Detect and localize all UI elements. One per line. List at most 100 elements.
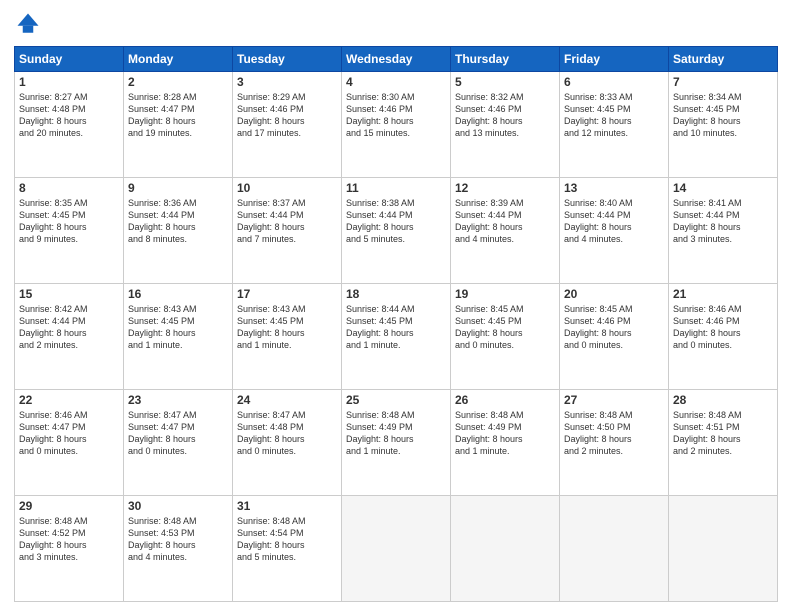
calendar-cell: 2 Sunrise: 8:28 AM Sunset: 4:47 PM Daylig…	[124, 72, 233, 178]
calendar-cell: 18 Sunrise: 8:44 AM Sunset: 4:45 PM Dayli…	[342, 284, 451, 390]
week-row-2: 8 Sunrise: 8:35 AM Sunset: 4:45 PM Daylig…	[15, 178, 778, 284]
cell-info: Sunrise: 8:48 AM Sunset: 4:53 PM Dayligh…	[128, 515, 228, 564]
day-number: 21	[673, 287, 773, 301]
cell-info: Sunrise: 8:48 AM Sunset: 4:51 PM Dayligh…	[673, 409, 773, 458]
day-number: 22	[19, 393, 119, 407]
cell-info: Sunrise: 8:36 AM Sunset: 4:44 PM Dayligh…	[128, 197, 228, 246]
calendar-cell: 16 Sunrise: 8:43 AM Sunset: 4:45 PM Dayli…	[124, 284, 233, 390]
cell-info: Sunrise: 8:46 AM Sunset: 4:46 PM Dayligh…	[673, 303, 773, 352]
cell-info: Sunrise: 8:44 AM Sunset: 4:45 PM Dayligh…	[346, 303, 446, 352]
day-number: 3	[237, 75, 337, 89]
calendar-cell: 21 Sunrise: 8:46 AM Sunset: 4:46 PM Dayli…	[669, 284, 778, 390]
cell-info: Sunrise: 8:33 AM Sunset: 4:45 PM Dayligh…	[564, 91, 664, 140]
day-number: 10	[237, 181, 337, 195]
calendar-cell	[451, 496, 560, 602]
day-number: 25	[346, 393, 446, 407]
dow-sunday: Sunday	[15, 47, 124, 72]
cell-info: Sunrise: 8:28 AM Sunset: 4:47 PM Dayligh…	[128, 91, 228, 140]
day-number: 2	[128, 75, 228, 89]
calendar-table: SundayMondayTuesdayWednesdayThursdayFrid…	[14, 46, 778, 602]
dow-thursday: Thursday	[451, 47, 560, 72]
dow-wednesday: Wednesday	[342, 47, 451, 72]
logo	[14, 10, 46, 38]
dow-tuesday: Tuesday	[233, 47, 342, 72]
cell-info: Sunrise: 8:43 AM Sunset: 4:45 PM Dayligh…	[128, 303, 228, 352]
day-number: 31	[237, 499, 337, 513]
cell-info: Sunrise: 8:32 AM Sunset: 4:46 PM Dayligh…	[455, 91, 555, 140]
calendar-cell: 4 Sunrise: 8:30 AM Sunset: 4:46 PM Daylig…	[342, 72, 451, 178]
day-number: 18	[346, 287, 446, 301]
day-number: 14	[673, 181, 773, 195]
day-number: 24	[237, 393, 337, 407]
day-number: 4	[346, 75, 446, 89]
cell-info: Sunrise: 8:39 AM Sunset: 4:44 PM Dayligh…	[455, 197, 555, 246]
day-number: 26	[455, 393, 555, 407]
calendar-cell: 17 Sunrise: 8:43 AM Sunset: 4:45 PM Dayli…	[233, 284, 342, 390]
calendar-cell: 29 Sunrise: 8:48 AM Sunset: 4:52 PM Dayli…	[15, 496, 124, 602]
calendar-cell: 23 Sunrise: 8:47 AM Sunset: 4:47 PM Dayli…	[124, 390, 233, 496]
cell-info: Sunrise: 8:27 AM Sunset: 4:48 PM Dayligh…	[19, 91, 119, 140]
calendar-cell: 24 Sunrise: 8:47 AM Sunset: 4:48 PM Dayli…	[233, 390, 342, 496]
day-number: 30	[128, 499, 228, 513]
day-number: 11	[346, 181, 446, 195]
calendar-cell: 11 Sunrise: 8:38 AM Sunset: 4:44 PM Dayli…	[342, 178, 451, 284]
cell-info: Sunrise: 8:47 AM Sunset: 4:47 PM Dayligh…	[128, 409, 228, 458]
logo-icon	[14, 10, 42, 38]
cell-info: Sunrise: 8:48 AM Sunset: 4:52 PM Dayligh…	[19, 515, 119, 564]
cell-info: Sunrise: 8:47 AM Sunset: 4:48 PM Dayligh…	[237, 409, 337, 458]
cell-info: Sunrise: 8:48 AM Sunset: 4:49 PM Dayligh…	[455, 409, 555, 458]
calendar-cell: 14Sunrise: 8:41 AM Sunset: 4:44 PM Dayli…	[669, 178, 778, 284]
cell-info: Sunrise: 8:46 AM Sunset: 4:47 PM Dayligh…	[19, 409, 119, 458]
day-number: 23	[128, 393, 228, 407]
day-number: 16	[128, 287, 228, 301]
days-of-week-row: SundayMondayTuesdayWednesdayThursdayFrid…	[15, 47, 778, 72]
cell-info: Sunrise: 8:37 AM Sunset: 4:44 PM Dayligh…	[237, 197, 337, 246]
cell-info: Sunrise: 8:43 AM Sunset: 4:45 PM Dayligh…	[237, 303, 337, 352]
calendar-cell: 22 Sunrise: 8:46 AM Sunset: 4:47 PM Dayli…	[15, 390, 124, 496]
day-number: 20	[564, 287, 664, 301]
day-number: 1	[19, 75, 119, 89]
week-row-4: 22 Sunrise: 8:46 AM Sunset: 4:47 PM Dayli…	[15, 390, 778, 496]
week-row-5: 29 Sunrise: 8:48 AM Sunset: 4:52 PM Dayli…	[15, 496, 778, 602]
dow-friday: Friday	[560, 47, 669, 72]
cell-info: Sunrise: 8:38 AM Sunset: 4:44 PM Dayligh…	[346, 197, 446, 246]
calendar-cell: 1 Sunrise: 8:27 AM Sunset: 4:48 PM Daylig…	[15, 72, 124, 178]
calendar-cell: 15Sunrise: 8:42 AM Sunset: 4:44 PM Dayli…	[15, 284, 124, 390]
cell-info: Sunrise: 8:40 AM Sunset: 4:44 PM Dayligh…	[564, 197, 664, 246]
calendar-cell: 3Sunrise: 8:29 AM Sunset: 4:46 PM Daylig…	[233, 72, 342, 178]
dow-monday: Monday	[124, 47, 233, 72]
calendar-cell: 19 Sunrise: 8:45 AM Sunset: 4:45 PM Dayli…	[451, 284, 560, 390]
week-row-3: 15Sunrise: 8:42 AM Sunset: 4:44 PM Dayli…	[15, 284, 778, 390]
cell-info: Sunrise: 8:35 AM Sunset: 4:45 PM Dayligh…	[19, 197, 119, 246]
calendar-cell: 12Sunrise: 8:39 AM Sunset: 4:44 PM Dayli…	[451, 178, 560, 284]
week-row-1: 1 Sunrise: 8:27 AM Sunset: 4:48 PM Daylig…	[15, 72, 778, 178]
cell-info: Sunrise: 8:48 AM Sunset: 4:49 PM Dayligh…	[346, 409, 446, 458]
calendar-cell: 13 Sunrise: 8:40 AM Sunset: 4:44 PM Dayli…	[560, 178, 669, 284]
cell-info: Sunrise: 8:34 AM Sunset: 4:45 PM Dayligh…	[673, 91, 773, 140]
day-number: 19	[455, 287, 555, 301]
day-number: 13	[564, 181, 664, 195]
day-number: 8	[19, 181, 119, 195]
calendar-cell: 26 Sunrise: 8:48 AM Sunset: 4:49 PM Dayli…	[451, 390, 560, 496]
cell-info: Sunrise: 8:45 AM Sunset: 4:45 PM Dayligh…	[455, 303, 555, 352]
calendar-cell: 9Sunrise: 8:36 AM Sunset: 4:44 PM Daylig…	[124, 178, 233, 284]
calendar-cell	[342, 496, 451, 602]
calendar-cell: 28 Sunrise: 8:48 AM Sunset: 4:51 PM Dayli…	[669, 390, 778, 496]
cell-info: Sunrise: 8:48 AM Sunset: 4:54 PM Dayligh…	[237, 515, 337, 564]
cell-info: Sunrise: 8:45 AM Sunset: 4:46 PM Dayligh…	[564, 303, 664, 352]
calendar-cell: 27Sunrise: 8:48 AM Sunset: 4:50 PM Dayli…	[560, 390, 669, 496]
cell-info: Sunrise: 8:30 AM Sunset: 4:46 PM Dayligh…	[346, 91, 446, 140]
header	[14, 10, 778, 38]
calendar-cell: 31 Sunrise: 8:48 AM Sunset: 4:54 PM Dayli…	[233, 496, 342, 602]
day-number: 28	[673, 393, 773, 407]
calendar-cell: 30 Sunrise: 8:48 AM Sunset: 4:53 PM Dayli…	[124, 496, 233, 602]
page: SundayMondayTuesdayWednesdayThursdayFrid…	[0, 0, 792, 612]
day-number: 27	[564, 393, 664, 407]
calendar-cell: 20 Sunrise: 8:45 AM Sunset: 4:46 PM Dayli…	[560, 284, 669, 390]
day-number: 17	[237, 287, 337, 301]
calendar-cell: 10 Sunrise: 8:37 AM Sunset: 4:44 PM Dayli…	[233, 178, 342, 284]
calendar-cell	[560, 496, 669, 602]
calendar-cell: 25 Sunrise: 8:48 AM Sunset: 4:49 PM Dayli…	[342, 390, 451, 496]
calendar-cell: 5Sunrise: 8:32 AM Sunset: 4:46 PM Daylig…	[451, 72, 560, 178]
day-number: 29	[19, 499, 119, 513]
